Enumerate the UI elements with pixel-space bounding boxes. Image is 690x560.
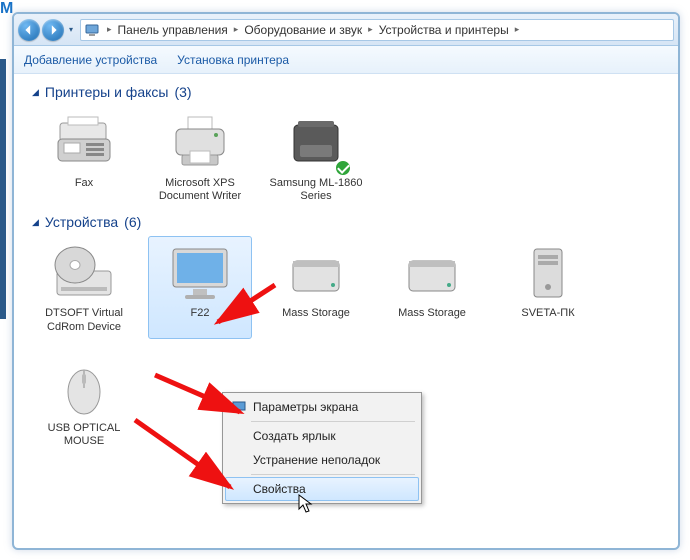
device-label: SVETA-ПК [501, 307, 595, 320]
device-xps-writer[interactable]: Microsoft XPS Document Writer [148, 106, 252, 208]
default-check-icon [334, 159, 352, 177]
device-mouse[interactable]: USB OPTICAL MOUSE [32, 351, 136, 453]
separator [251, 474, 415, 475]
mouse-icon [61, 358, 107, 418]
hdd-icon [399, 243, 465, 303]
chevron-right-icon: ▸ [366, 24, 375, 35]
device-samsung-printer[interactable]: Samsung ML-1860 Series [264, 106, 368, 208]
back-button[interactable] [18, 19, 40, 41]
device-mass-storage-1[interactable]: Mass Storage [264, 236, 368, 338]
device-label: F22 [153, 307, 247, 320]
device-fax[interactable]: Fax [32, 106, 136, 208]
ctx-label: Устранение неполадок [253, 453, 380, 467]
breadcrumb-root[interactable]: Панель управления [118, 23, 228, 37]
watermark-letter: M [0, 0, 11, 18]
collapse-icon: ◢ [32, 217, 39, 228]
chevron-right-icon: ▸ [232, 24, 241, 35]
group-header-printers[interactable]: ◢ Принтеры и факсы (3) [32, 84, 660, 100]
ctx-properties[interactable]: Свойства [225, 477, 419, 501]
collapse-icon: ◢ [32, 87, 39, 98]
group-header-devices[interactable]: ◢ Устройства (6) [32, 214, 660, 230]
chevron-right-icon: ▸ [513, 24, 522, 35]
device-label: Samsung ML-1860 Series [269, 177, 363, 203]
device-monitor-f22[interactable]: F22 [148, 236, 252, 338]
hdd-icon [283, 243, 349, 303]
device-label: Microsoft XPS Document Writer [153, 177, 247, 203]
add-printer-button[interactable]: Установка принтера [177, 53, 289, 67]
group-title: Принтеры и факсы [45, 84, 169, 100]
forward-button[interactable] [42, 19, 64, 41]
command-toolbar: Добавление устройства Установка принтера [14, 46, 678, 74]
fax-icon [54, 115, 114, 171]
device-label: DTSOFT Virtual CdRom Device [37, 307, 131, 333]
devices-icon [85, 22, 101, 38]
ctx-display-settings[interactable]: Параметры экрана [225, 395, 419, 419]
optical-drive-icon [51, 243, 117, 303]
device-label: Fax [37, 177, 131, 190]
printers-list: Fax Microsoft XPS Document Writer [32, 106, 660, 208]
add-device-button[interactable]: Добавление устройства [24, 53, 157, 67]
nav-history-dropdown[interactable]: ▾ [66, 19, 76, 41]
cursor-icon [298, 494, 314, 514]
device-label: Mass Storage [269, 307, 363, 320]
context-menu: Параметры экрана Создать ярлык Устранени… [222, 392, 422, 504]
ctx-label: Параметры экрана [253, 400, 358, 414]
monitor-icon [231, 399, 247, 415]
ctx-troubleshoot[interactable]: Устранение неполадок [225, 448, 419, 472]
printer-icon [170, 115, 230, 171]
device-label: Mass Storage [385, 307, 479, 320]
navbar: ▾ ▸ Панель управления ▸ Оборудование и з… [14, 14, 678, 46]
address-bar[interactable]: ▸ Панель управления ▸ Оборудование и зву… [80, 19, 674, 41]
group-count: (3) [174, 84, 191, 100]
breadcrumb-mid[interactable]: Оборудование и звук [244, 23, 362, 37]
group-title: Устройства [45, 214, 118, 230]
arrow-right-icon [47, 24, 59, 36]
ctx-label: Создать ярлык [253, 429, 336, 443]
separator [251, 421, 415, 422]
device-label: USB OPTICAL MOUSE [37, 422, 131, 448]
device-cdrom[interactable]: DTSOFT Virtual CdRom Device [32, 236, 136, 338]
left-stripe [0, 59, 6, 319]
pc-tower-icon [524, 243, 572, 303]
breadcrumb-leaf[interactable]: Устройства и принтеры [379, 23, 509, 37]
nav-buttons: ▾ [18, 19, 76, 41]
device-pc[interactable]: SVETA-ПК [496, 236, 600, 338]
arrow-left-icon [23, 24, 35, 36]
ctx-create-shortcut[interactable]: Создать ярлык [225, 424, 419, 448]
device-mass-storage-2[interactable]: Mass Storage [380, 236, 484, 338]
monitor-icon [167, 243, 233, 303]
chevron-right-icon: ▸ [105, 24, 114, 35]
group-count: (6) [124, 214, 141, 230]
